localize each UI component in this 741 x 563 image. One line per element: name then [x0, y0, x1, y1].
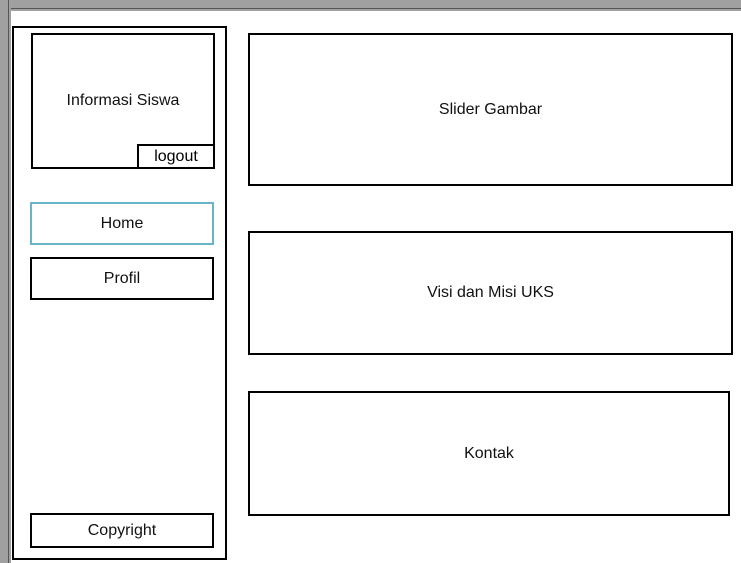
vision-mission-section: Visi dan Misi UKS [248, 231, 733, 355]
copyright-label: Copyright [87, 521, 157, 539]
nav-home-button[interactable]: Home [30, 202, 214, 245]
copyright-footer: Copyright [30, 513, 214, 548]
nav-profil-button[interactable]: Profil [30, 257, 214, 300]
logout-button[interactable]: logout [137, 144, 215, 169]
contact-label: Kontak [464, 444, 514, 462]
image-slider[interactable]: Slider Gambar [248, 33, 733, 186]
image-slider-label: Slider Gambar [438, 100, 543, 118]
contact-section: Kontak [248, 391, 730, 516]
wireframe-page: Informasi Siswa logout Home Profil Copyr… [0, 0, 741, 563]
window-frame-left [0, 0, 11, 563]
nav-profil-label: Profil [103, 269, 141, 287]
nav-home-label: Home [100, 214, 144, 232]
window-frame-top [0, 0, 741, 11]
vision-mission-label: Visi dan Misi UKS [427, 284, 554, 301]
